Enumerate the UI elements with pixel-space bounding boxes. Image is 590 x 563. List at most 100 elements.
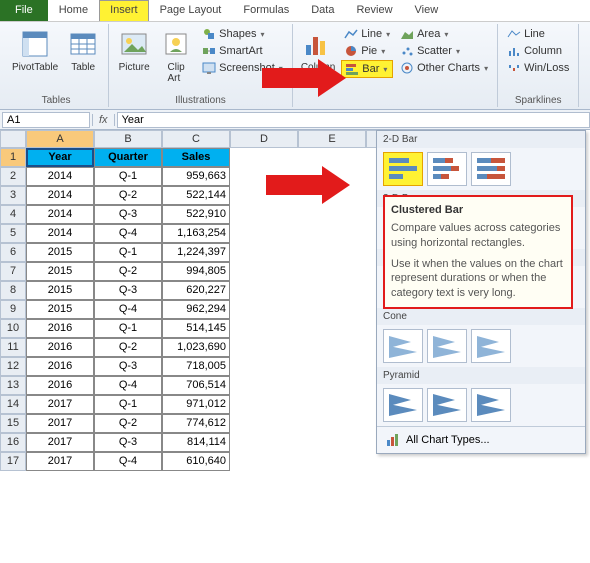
formula-input[interactable]: Year	[117, 112, 590, 128]
cell[interactable]: Q-3	[94, 357, 162, 376]
row-header[interactable]: 4	[0, 205, 26, 224]
cell[interactable]: 620,227	[162, 281, 230, 300]
cone-bar-option-3[interactable]	[471, 329, 511, 363]
tab-review[interactable]: Review	[345, 0, 403, 21]
cell[interactable]: Q-1	[94, 167, 162, 186]
sparkline-line-button[interactable]: Line	[504, 26, 572, 42]
sparkline-winloss-button[interactable]: Win/Loss	[504, 60, 572, 76]
cell[interactable]: 2015	[26, 300, 94, 319]
cell[interactable]: 1,224,397	[162, 243, 230, 262]
cell[interactable]: 2014	[26, 224, 94, 243]
cell[interactable]: 994,805	[162, 262, 230, 281]
fx-icon[interactable]: fx	[92, 114, 115, 126]
cell[interactable]: 2014	[26, 205, 94, 224]
cell[interactable]: Q-4	[94, 224, 162, 243]
cell[interactable]: 514,145	[162, 319, 230, 338]
cell[interactable]: 774,612	[162, 414, 230, 433]
col-header-b[interactable]: B	[94, 130, 162, 148]
cell[interactable]: Q-3	[94, 281, 162, 300]
sparkline-column-button[interactable]: Column	[504, 43, 572, 59]
cell[interactable]: 1,023,690	[162, 338, 230, 357]
cone-bar-option-1[interactable]	[383, 329, 423, 363]
row-header[interactable]: 12	[0, 357, 26, 376]
pyramid-bar-option-2[interactable]	[427, 388, 467, 422]
cell[interactable]: Q-3	[94, 205, 162, 224]
cell[interactable]: Q-4	[94, 452, 162, 471]
cell[interactable]: 2016	[26, 319, 94, 338]
tab-formulas[interactable]: Formulas	[232, 0, 300, 21]
pyramid-bar-option-1[interactable]	[383, 388, 423, 422]
row-header[interactable]: 16	[0, 433, 26, 452]
pie-chart-button[interactable]: Pie▾	[341, 43, 393, 59]
cell[interactable]: Q-2	[94, 186, 162, 205]
select-all-corner[interactable]	[0, 130, 26, 148]
cell[interactable]: 2014	[26, 186, 94, 205]
pyramid-bar-option-3[interactable]	[471, 388, 511, 422]
cell[interactable]: Sales	[162, 148, 230, 167]
cell[interactable]: 706,514	[162, 376, 230, 395]
row-header[interactable]: 8	[0, 281, 26, 300]
cell[interactable]: 2017	[26, 395, 94, 414]
cell[interactable]: Q-2	[94, 262, 162, 281]
row-header[interactable]: 13	[0, 376, 26, 395]
cell[interactable]: Q-1	[94, 395, 162, 414]
row-header[interactable]: 1	[0, 148, 26, 167]
row-header[interactable]: 14	[0, 395, 26, 414]
cell[interactable]: Quarter	[94, 148, 162, 167]
clustered-bar-option[interactable]	[383, 152, 423, 186]
row-header[interactable]: 7	[0, 262, 26, 281]
cell[interactable]: 971,012	[162, 395, 230, 414]
clipart-button[interactable]: Clip Art	[157, 26, 195, 86]
stacked-bar-option[interactable]	[427, 152, 467, 186]
row-header[interactable]: 6	[0, 243, 26, 262]
tab-pagelayout[interactable]: Page Layout	[149, 0, 233, 21]
row-header[interactable]: 2	[0, 167, 26, 186]
col-header-e[interactable]: E	[298, 130, 366, 148]
scatter-chart-button[interactable]: Scatter▾	[397, 43, 491, 59]
tab-insert[interactable]: Insert	[99, 0, 149, 21]
col-header-d[interactable]: D	[230, 130, 298, 148]
cell[interactable]: 610,640	[162, 452, 230, 471]
name-box[interactable]: A1	[2, 112, 90, 128]
cell[interactable]: 2016	[26, 357, 94, 376]
picture-button[interactable]: Picture	[115, 26, 153, 75]
cell[interactable]: Q-1	[94, 319, 162, 338]
other-charts-button[interactable]: Other Charts▾	[397, 60, 491, 76]
cell[interactable]: 959,663	[162, 167, 230, 186]
row-header[interactable]: 15	[0, 414, 26, 433]
cell[interactable]: 2016	[26, 338, 94, 357]
cell[interactable]: 962,294	[162, 300, 230, 319]
cell[interactable]: 718,005	[162, 357, 230, 376]
shapes-button[interactable]: Shapes▾	[199, 26, 286, 42]
cell[interactable]: 2015	[26, 281, 94, 300]
cell[interactable]: Q-1	[94, 243, 162, 262]
cell[interactable]: Q-3	[94, 433, 162, 452]
table-button[interactable]: Table	[64, 26, 102, 75]
100-stacked-bar-option[interactable]	[471, 152, 511, 186]
cell[interactable]: 2017	[26, 433, 94, 452]
smartart-button[interactable]: SmartArt	[199, 43, 286, 59]
cell[interactable]: 814,114	[162, 433, 230, 452]
cell[interactable]: 1,163,254	[162, 224, 230, 243]
all-chart-types-button[interactable]: All Chart Types...	[377, 426, 585, 453]
area-chart-button[interactable]: Area▾	[397, 26, 491, 42]
row-header[interactable]: 5	[0, 224, 26, 243]
pivottable-button[interactable]: PivotTable	[10, 26, 60, 75]
cell[interactable]: 2016	[26, 376, 94, 395]
bar-chart-button[interactable]: Bar▾	[341, 60, 393, 78]
col-header-a[interactable]: A	[26, 130, 94, 148]
cell[interactable]: 2014	[26, 167, 94, 186]
cell[interactable]: 2015	[26, 262, 94, 281]
cell[interactable]: 522,144	[162, 186, 230, 205]
tab-home[interactable]: Home	[48, 0, 99, 21]
cell[interactable]: Year	[26, 148, 94, 167]
cell[interactable]: Q-4	[94, 300, 162, 319]
row-header[interactable]: 9	[0, 300, 26, 319]
line-chart-button[interactable]: Line▾	[341, 26, 393, 42]
row-header[interactable]: 10	[0, 319, 26, 338]
cell[interactable]: 2017	[26, 452, 94, 471]
cell[interactable]: 2015	[26, 243, 94, 262]
cell[interactable]: 522,910	[162, 205, 230, 224]
cone-bar-option-2[interactable]	[427, 329, 467, 363]
col-header-c[interactable]: C	[162, 130, 230, 148]
